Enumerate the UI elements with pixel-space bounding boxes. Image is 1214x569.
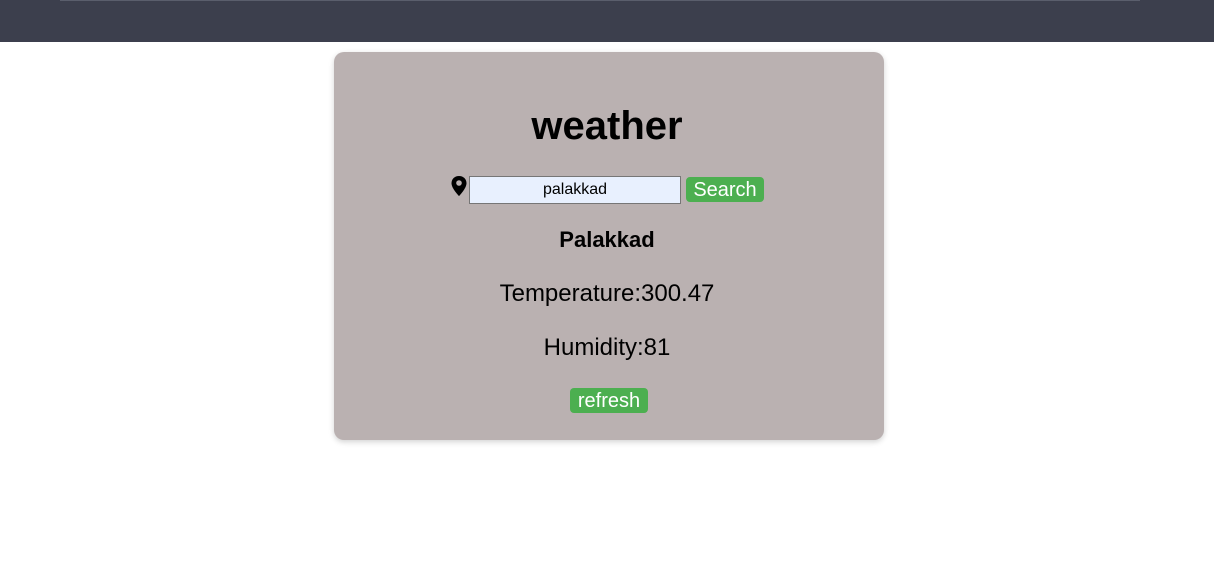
- refresh-button[interactable]: refresh: [570, 388, 648, 413]
- city-name: Palakkad: [559, 227, 655, 252]
- humidity-readout: Humidity:81: [543, 334, 671, 361]
- map-pin-icon: [451, 176, 467, 196]
- search-row: Search: [0, 174, 1214, 206]
- search-button[interactable]: Search: [686, 177, 764, 202]
- city-search-input[interactable]: [469, 176, 681, 204]
- app-title: weather: [531, 104, 683, 148]
- top-bar: [0, 0, 1214, 42]
- temperature-readout: Temperature:300.47: [499, 280, 715, 307]
- top-bar-divider: [60, 0, 1140, 1]
